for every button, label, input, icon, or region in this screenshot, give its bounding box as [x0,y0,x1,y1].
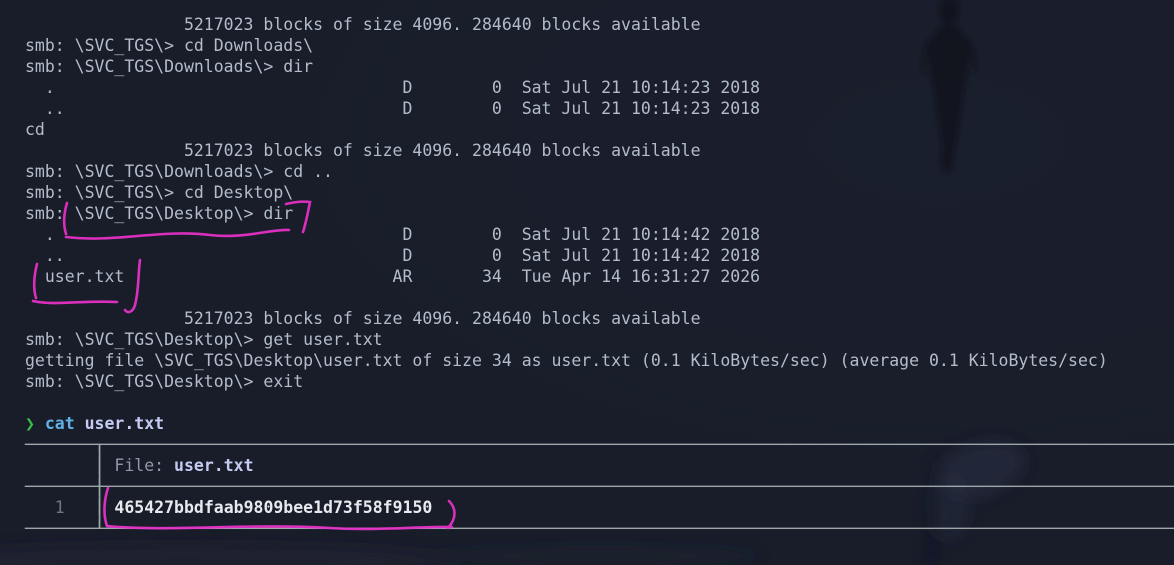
terminal-text-segment: cat [44,414,75,433]
terminal-text-segment: smb: \SVC_TGS\> cd Downloads\ [25,36,314,55]
terminal-line: . D 0 Sat Jul 21 10:14:23 2018 [25,77,1174,98]
terminal-text-segment: ❯ [25,414,35,433]
terminal-line: 5217023 blocks of size 4096. 284640 bloc… [25,308,1174,329]
terminal-line: user.txt AR 34 Tue Apr 14 16:31:27 2026 [25,266,1174,287]
terminal-line: smb: \SVC_TGS\Desktop\> get user.txt [25,329,1174,350]
terminal-line: smb: \SVC_TGS\Downloads\> cd .. [25,161,1174,182]
screen: { "colors": { "background": "#191d2a", "… [0,0,1174,565]
terminal-text-segment: smb: \SVC_TGS\Desktop\> get user.txt [25,330,383,349]
terminal-line: smb: \SVC_TGS\> cd Downloads\ [25,35,1174,56]
terminal-line: ───────┼────────────────────────────────… [25,476,1174,497]
terminal-text-segment: │ [64,498,105,517]
terminal-line: .. D 0 Sat Jul 21 10:14:42 2018 [25,245,1174,266]
terminal-text-segment: ───────┼────────────────────────────────… [25,477,1174,496]
terminal-line: .. D 0 Sat Jul 21 10:14:23 2018 [25,98,1174,119]
terminal-line: smb: \SVC_TGS\Downloads\> dir [25,56,1174,77]
terminal-text-segment: smb: \SVC_TGS\Downloads\> dir [25,57,314,76]
terminal-text-segment: 5217023 blocks of size 4096. 284640 bloc… [25,15,701,34]
terminal-text-segment: smb: \SVC_TGS\Desktop\> exit [25,372,304,391]
terminal-line: │ File: user.txt [25,455,1174,476]
terminal-line: ❯ cat user.txt [25,413,1174,434]
terminal-text-segment: smb: \SVC_TGS\> cd Desktop\ [25,183,294,202]
terminal-line: getting file \SVC_TGS\Desktop\user.txt o… [25,350,1174,371]
terminal-line: 5217023 blocks of size 4096. 284640 bloc… [25,14,1174,35]
terminal-text-segment: 1 [25,498,65,517]
terminal-text-segment: ───────┴────────────────────────────────… [25,519,1174,538]
terminal-text-segment: .. D 0 Sat Jul 21 10:14:42 2018 [25,246,761,265]
terminal-line: . D 0 Sat Jul 21 10:14:42 2018 [25,224,1174,245]
terminal-text-segment: user.txt [174,456,254,475]
terminal-line: ───────┴────────────────────────────────… [25,518,1174,539]
terminal-output[interactable]: 5217023 blocks of size 4096. 284640 bloc… [0,0,1174,565]
terminal-text-segment: 465427bbdfaab9809bee1d73f58f9150 [104,498,433,517]
terminal-text-segment: 5217023 blocks of size 4096. 284640 bloc… [25,141,701,160]
terminal-line: smb: \SVC_TGS\Desktop\> exit [25,371,1174,392]
terminal-text-segment: 5217023 blocks of size 4096. 284640 bloc… [25,309,701,328]
terminal-text-segment: .. D 0 Sat Jul 21 10:14:23 2018 [25,99,761,118]
terminal-text-segment: cd [25,120,45,139]
terminal-text-segment: . D 0 Sat Jul 21 10:14:23 2018 [25,78,761,97]
terminal-text-segment: getting file \SVC_TGS\Desktop\user.txt o… [25,351,1108,370]
terminal-text-segment: user.txt [84,414,165,433]
terminal-text-segment: user.txt AR 34 Tue Apr 14 16:31:27 2026 [25,267,761,286]
terminal-line: smb: \SVC_TGS\> cd Desktop\ [25,182,1174,203]
terminal-line: ───────┬────────────────────────────────… [25,434,1174,455]
terminal-line: smb: \SVC_TGS\Desktop\> dir [25,203,1174,224]
terminal-text-segment: smb: \SVC_TGS\Downloads\> cd .. [25,162,333,181]
terminal-line: cd [25,119,1174,140]
terminal-line: 5217023 blocks of size 4096. 284640 bloc… [25,140,1174,161]
terminal-text-segment: File: [104,456,175,475]
terminal-text-segment: smb: \SVC_TGS\Desktop\> dir [25,204,294,223]
terminal-text-segment: . D 0 Sat Jul 21 10:14:42 2018 [25,225,761,244]
terminal-text-segment: │ [25,456,105,475]
terminal-line: 1 │ 465427bbdfaab9809bee1d73f58f9150 [25,497,1174,518]
terminal-text-segment: ───────┬────────────────────────────────… [25,435,1174,454]
